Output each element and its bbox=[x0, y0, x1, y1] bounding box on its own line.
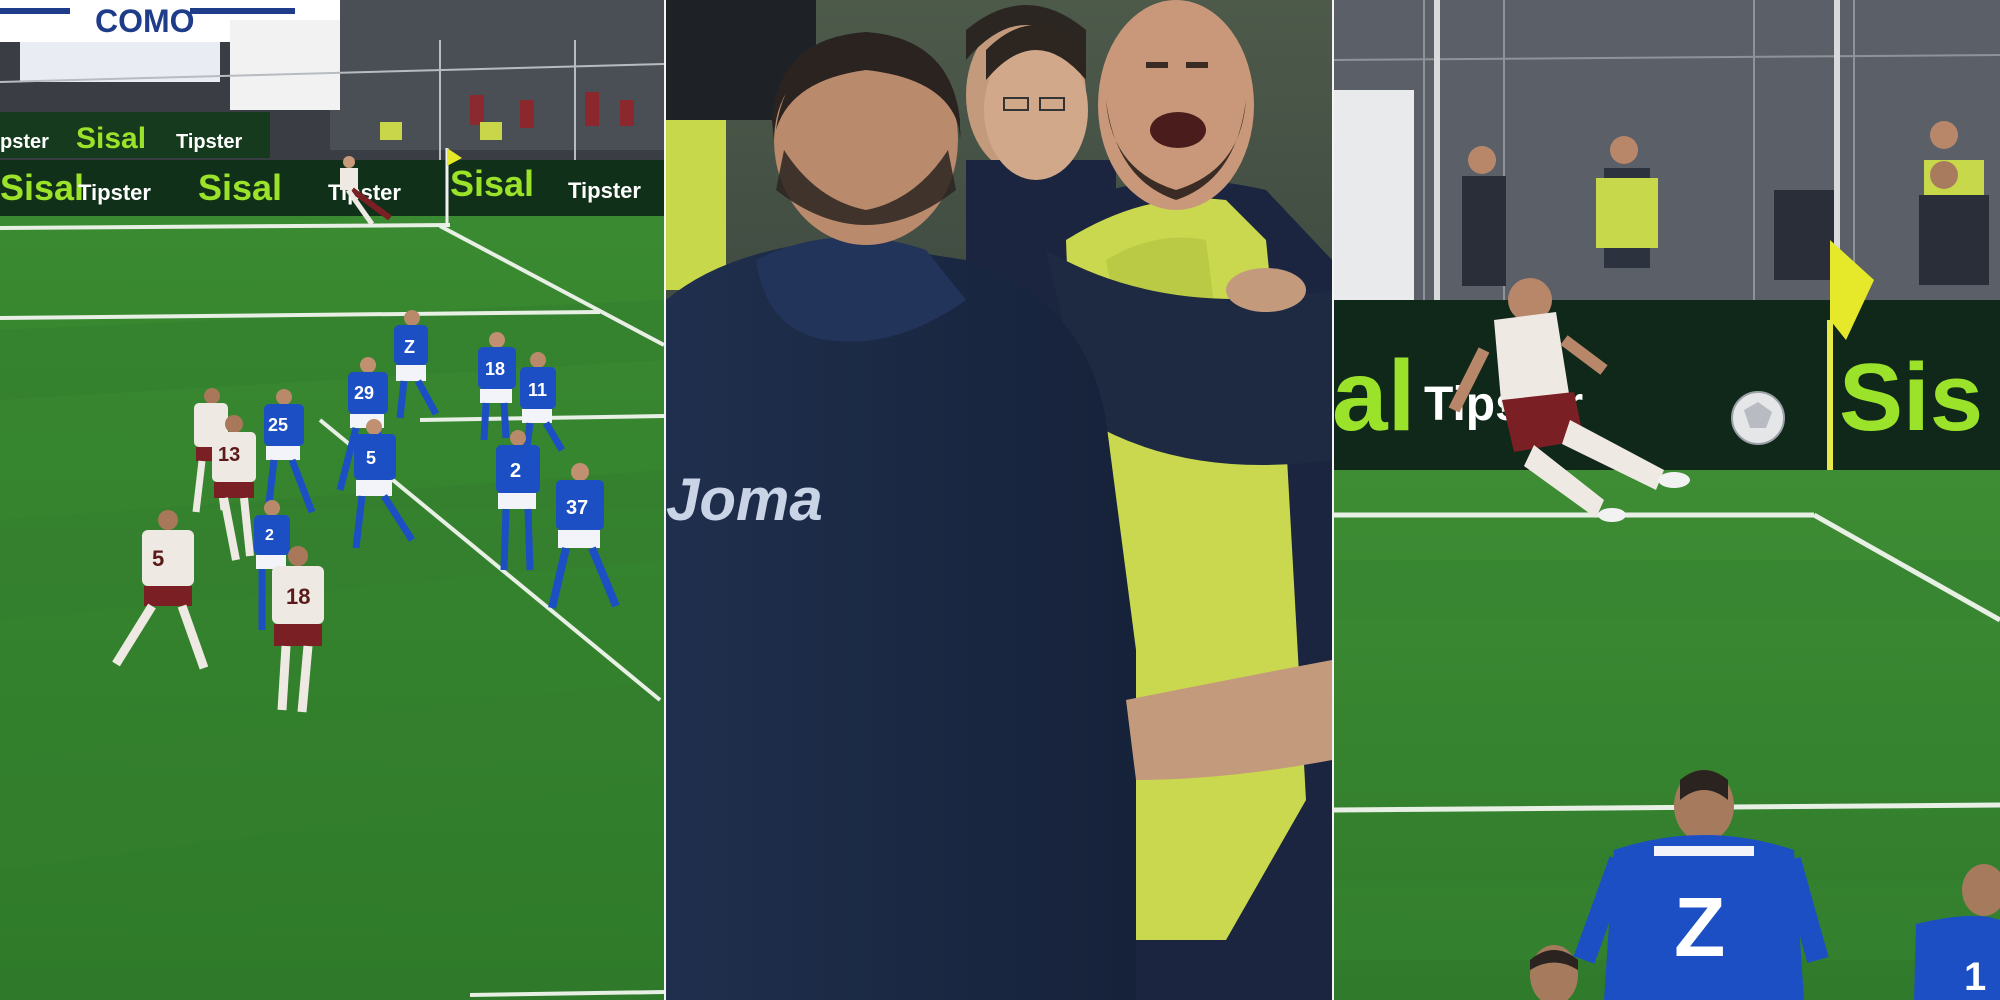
upper-ad-tag: Tipster bbox=[176, 131, 243, 153]
away-number-18: 18 bbox=[286, 584, 310, 609]
background-steward bbox=[666, 120, 726, 290]
upper-ad-brand: Sisal bbox=[76, 122, 146, 155]
away-number-13: 13 bbox=[218, 444, 240, 466]
ad-board-right-partial-right: Sis bbox=[1839, 344, 1983, 451]
staff-member-young bbox=[984, 25, 1088, 180]
como-defender-number: Z bbox=[1674, 880, 1725, 974]
como-number-25: 25 bbox=[268, 415, 288, 435]
como-number-5: 5 bbox=[366, 448, 376, 468]
ad-board-tag-3: Tipster bbox=[568, 178, 641, 203]
middle-panel-confrontation: Joma bbox=[666, 0, 1332, 1000]
como-number-37: 37 bbox=[566, 497, 588, 519]
joma-logo-text: Joma bbox=[666, 466, 823, 533]
como-number-29: 29 bbox=[354, 383, 374, 403]
partial-player-number: 1 bbox=[1964, 955, 1986, 999]
como-number-11: 11 bbox=[528, 380, 547, 400]
como-sign-text: COMO bbox=[95, 3, 195, 39]
confrontation-scene: Joma bbox=[666, 0, 1332, 1000]
ad-board-brand-1: Sisal bbox=[0, 167, 84, 208]
ad-board-tag-1: Tipster bbox=[78, 180, 151, 205]
stands-right bbox=[1334, 0, 2000, 300]
ad-board-right-partial-left: al bbox=[1334, 340, 1415, 452]
como-number-18: 18 bbox=[485, 359, 505, 379]
upper-ad-tag-left: pster bbox=[0, 131, 49, 153]
away-number-5: 5 bbox=[152, 546, 164, 571]
como-number-2b: 2 bbox=[265, 527, 274, 544]
photo-collage: COMO pster Sisal Tipster Sisal Tipster S… bbox=[0, 0, 2000, 1000]
ad-board-brand-3: Sisal bbox=[450, 163, 534, 204]
wide-shot-scene: COMO pster Sisal Tipster Sisal Tipster S… bbox=[0, 0, 664, 1000]
como-number-2: 2 bbox=[510, 460, 521, 482]
como-number-z: Z bbox=[404, 337, 415, 357]
corner-kick-scene: al Tipster Sis bbox=[1334, 0, 2000, 1000]
ad-board-brand-2: Sisal bbox=[198, 167, 282, 208]
left-panel-wide-shot: COMO pster Sisal Tipster Sisal Tipster S… bbox=[0, 0, 664, 1000]
right-panel-corner-kick: al Tipster Sis bbox=[1334, 0, 2000, 1000]
